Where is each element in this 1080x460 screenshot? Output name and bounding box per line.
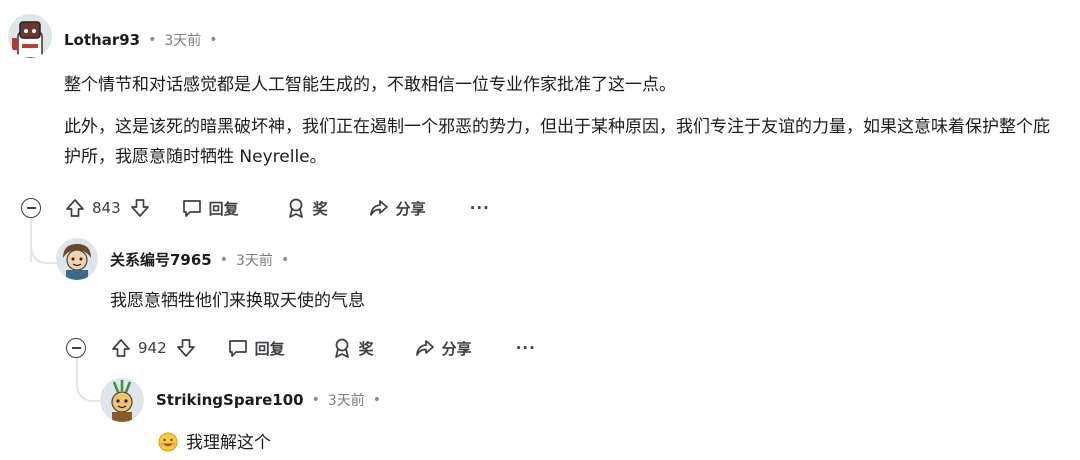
award-label: 奖 — [358, 339, 374, 358]
comment-body: 我愿意牺牲他们来换取天使的气息 — [110, 286, 1010, 316]
avatar[interactable] — [56, 238, 98, 280]
separator-dot: • — [372, 392, 382, 408]
user-avatar-icon — [100, 378, 144, 422]
downvote-icon — [176, 339, 195, 357]
comment-meta: Lothar93 • 3天前 • — [64, 30, 226, 50]
more-options-button[interactable]: ··· — [516, 339, 536, 357]
vote-score: 942 — [138, 339, 167, 357]
downvote-icon — [130, 199, 149, 217]
award-icon — [288, 198, 303, 218]
smiling-face-emoji-icon — [158, 432, 178, 452]
award-button[interactable]: 奖 — [331, 337, 374, 359]
separator-dot: • — [209, 32, 218, 48]
comment-actions: 843 回复 奖 分享 ··· — [64, 191, 490, 225]
avatar[interactable] — [100, 378, 144, 422]
comment-paragraph: 此外，这是该死的暗黑破坏神，我们正在遏制一个邪恶的势力，但出于某种原因，我们专注… — [64, 117, 1050, 167]
timestamp[interactable]: 3天前 — [328, 390, 365, 410]
timestamp[interactable]: 3天前 — [236, 250, 273, 270]
comment-actions: 942 回复 奖 分享 ··· — [110, 331, 536, 365]
vote-score: 843 — [92, 199, 121, 217]
comment-paragraph: 整个情节和对话感觉都是人工智能生成的，不敢相信一位专业作家批准了这一点。 — [64, 75, 676, 95]
separator-dot: • — [219, 251, 229, 268]
separator-dot: • — [311, 392, 320, 408]
upvote-icon — [66, 199, 84, 217]
award-label: 奖 — [312, 199, 328, 218]
downvote-button[interactable] — [175, 337, 197, 359]
award-icon — [334, 338, 349, 358]
share-icon — [369, 200, 388, 216]
separator-dot: • — [148, 32, 157, 48]
more-options-button[interactable]: ··· — [470, 199, 490, 217]
share-icon — [415, 340, 434, 356]
comment-meta: StrikingSpare100 • 3天前 • — [156, 390, 389, 410]
share-button[interactable]: 分享 — [368, 197, 426, 219]
user-avatar-icon — [56, 238, 98, 280]
comment-paragraph: 我愿意牺牲他们来换取天使的气息 — [110, 291, 365, 311]
user-avatar-icon — [8, 14, 52, 58]
avatar[interactable] — [8, 14, 52, 58]
comment-meta: 关系编号7965 • 3天前 • — [110, 249, 297, 270]
reply-label: 回复 — [208, 199, 239, 218]
timestamp[interactable]: 3天前 — [164, 30, 201, 50]
reply-button[interactable]: 回复 — [181, 197, 239, 219]
author-name[interactable]: StrikingSpare100 — [156, 391, 304, 409]
upvote-button[interactable] — [110, 337, 132, 359]
collapse-icon[interactable] — [66, 338, 86, 358]
comment-icon — [228, 340, 247, 357]
more-label: ··· — [469, 199, 490, 217]
reply-label: 回复 — [254, 339, 285, 358]
comment-icon — [182, 200, 201, 217]
upvote-icon — [112, 339, 130, 357]
comment-body: 我理解这个 — [158, 428, 958, 458]
collapse-icon[interactable] — [21, 198, 41, 218]
downvote-button[interactable] — [129, 197, 151, 219]
author-name[interactable]: 关系编号7965 — [110, 249, 212, 270]
comment-paragraph: 我理解这个 — [186, 433, 271, 453]
separator-dot: • — [280, 251, 290, 268]
award-button[interactable]: 奖 — [285, 197, 328, 219]
author-name[interactable]: Lothar93 — [64, 31, 140, 49]
share-label: 分享 — [441, 339, 472, 358]
upvote-button[interactable] — [64, 197, 86, 219]
share-button[interactable]: 分享 — [414, 337, 472, 359]
share-label: 分享 — [395, 199, 426, 218]
comment-body: 整个情节和对话感觉都是人工智能生成的，不敢相信一位专业作家批准了这一点。 此外，… — [64, 70, 1064, 172]
reply-button[interactable]: 回复 — [227, 337, 285, 359]
more-label: ··· — [515, 339, 536, 357]
